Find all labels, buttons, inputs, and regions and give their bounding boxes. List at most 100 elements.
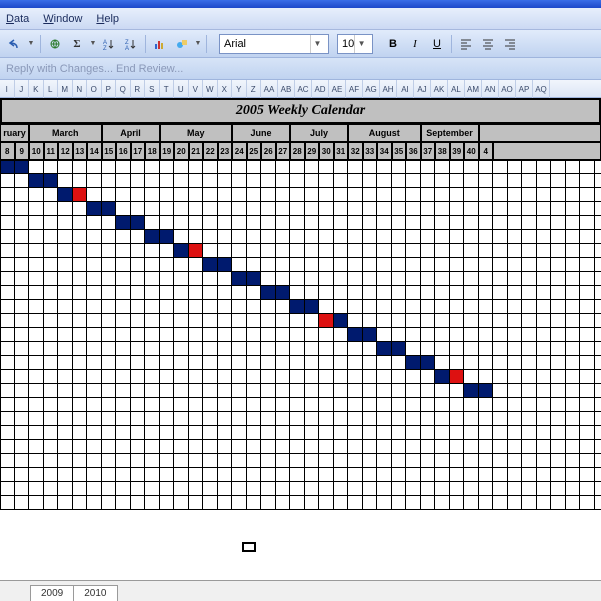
grid-cell[interactable] bbox=[305, 202, 320, 216]
grid-cell[interactable] bbox=[87, 174, 102, 188]
grid-cell[interactable] bbox=[377, 174, 392, 188]
grid-cell[interactable] bbox=[87, 272, 102, 286]
grid-cell[interactable] bbox=[537, 174, 552, 188]
grid-cell[interactable] bbox=[218, 370, 233, 384]
grid-cell[interactable] bbox=[58, 230, 73, 244]
grid-cell[interactable] bbox=[551, 482, 566, 496]
grid-cell[interactable] bbox=[174, 160, 189, 174]
grid-cell[interactable] bbox=[116, 412, 131, 426]
grid-cell[interactable] bbox=[15, 202, 30, 216]
grid-cell[interactable] bbox=[464, 314, 479, 328]
grid-cell[interactable] bbox=[493, 272, 508, 286]
grid-cell[interactable] bbox=[464, 216, 479, 230]
col-header-AL[interactable]: AL bbox=[448, 80, 465, 98]
grid-cell[interactable] bbox=[73, 286, 88, 300]
grid-cell[interactable] bbox=[508, 468, 523, 482]
grid-cell[interactable] bbox=[537, 398, 552, 412]
grid-cell[interactable] bbox=[203, 398, 218, 412]
grid-cell[interactable] bbox=[145, 300, 160, 314]
grid-cell[interactable] bbox=[406, 314, 421, 328]
grid-cell[interactable] bbox=[537, 202, 552, 216]
grid-cell[interactable] bbox=[261, 300, 276, 314]
grid-cell[interactable] bbox=[377, 188, 392, 202]
grid-cell[interactable] bbox=[218, 314, 233, 328]
grid-cell[interactable] bbox=[116, 482, 131, 496]
grid-cell[interactable] bbox=[319, 370, 334, 384]
grid-cell[interactable] bbox=[15, 370, 30, 384]
grid-cell[interactable] bbox=[102, 202, 117, 216]
grid-cell[interactable] bbox=[203, 286, 218, 300]
grid-cell[interactable] bbox=[276, 328, 291, 342]
grid-cell[interactable] bbox=[44, 468, 59, 482]
grid-cell[interactable] bbox=[73, 398, 88, 412]
grid-cell[interactable] bbox=[261, 384, 276, 398]
grid-cell[interactable] bbox=[174, 454, 189, 468]
grid-cell[interactable] bbox=[363, 426, 378, 440]
grid-cell[interactable] bbox=[334, 384, 349, 398]
grid-cell[interactable] bbox=[160, 328, 175, 342]
grid-cell[interactable] bbox=[131, 384, 146, 398]
grid-cell[interactable] bbox=[160, 468, 175, 482]
grid-cell[interactable] bbox=[464, 328, 479, 342]
grid-cell[interactable] bbox=[450, 202, 465, 216]
grid-cell[interactable] bbox=[232, 328, 247, 342]
grid-cell[interactable] bbox=[203, 328, 218, 342]
grid-cell[interactable] bbox=[73, 314, 88, 328]
grid-cell[interactable] bbox=[203, 174, 218, 188]
grid-cell[interactable] bbox=[145, 426, 160, 440]
grid-cell[interactable] bbox=[261, 398, 276, 412]
grid-cell[interactable] bbox=[290, 482, 305, 496]
grid-cell[interactable] bbox=[595, 160, 601, 174]
grid-cell[interactable] bbox=[174, 314, 189, 328]
grid-cell[interactable] bbox=[29, 160, 44, 174]
grid-cell[interactable] bbox=[508, 342, 523, 356]
grid-cell[interactable] bbox=[595, 286, 601, 300]
grid-cell[interactable] bbox=[566, 356, 581, 370]
grid-cell[interactable] bbox=[406, 216, 421, 230]
grid-cell[interactable] bbox=[131, 468, 146, 482]
grid-cell[interactable] bbox=[595, 356, 601, 370]
grid-cell[interactable] bbox=[174, 426, 189, 440]
grid-cell[interactable] bbox=[508, 188, 523, 202]
grid-cell[interactable] bbox=[232, 496, 247, 510]
grid-cell[interactable] bbox=[421, 412, 436, 426]
grid-cell[interactable] bbox=[247, 174, 262, 188]
grid-cell[interactable] bbox=[493, 496, 508, 510]
grid-cell[interactable] bbox=[363, 342, 378, 356]
grid-cell[interactable] bbox=[464, 300, 479, 314]
grid-cell[interactable] bbox=[58, 202, 73, 216]
grid-cell[interactable] bbox=[334, 454, 349, 468]
grid-cell[interactable] bbox=[348, 300, 363, 314]
grid-cell[interactable] bbox=[493, 398, 508, 412]
grid-cell[interactable] bbox=[218, 468, 233, 482]
grid-cell[interactable] bbox=[551, 174, 566, 188]
grid-cell[interactable] bbox=[218, 174, 233, 188]
grid-cell[interactable] bbox=[595, 342, 601, 356]
grid-cell[interactable] bbox=[406, 230, 421, 244]
grid-cell[interactable] bbox=[406, 258, 421, 272]
grid-cell[interactable] bbox=[493, 342, 508, 356]
grid-cell[interactable] bbox=[276, 496, 291, 510]
grid-cell[interactable] bbox=[0, 230, 15, 244]
grid-cell[interactable] bbox=[73, 300, 88, 314]
grid-cell[interactable] bbox=[276, 216, 291, 230]
grid-cell[interactable] bbox=[189, 496, 204, 510]
grid-cell[interactable] bbox=[305, 496, 320, 510]
grid-cell[interactable] bbox=[102, 244, 117, 258]
grid-cell[interactable] bbox=[102, 426, 117, 440]
grid-cell[interactable] bbox=[131, 314, 146, 328]
grid-cell[interactable] bbox=[435, 398, 450, 412]
grid-cell[interactable] bbox=[479, 272, 494, 286]
grid-cell[interactable] bbox=[435, 202, 450, 216]
grid-cell[interactable] bbox=[232, 230, 247, 244]
grid-cell[interactable] bbox=[377, 426, 392, 440]
grid-cell[interactable] bbox=[261, 258, 276, 272]
grid-cell[interactable] bbox=[392, 342, 407, 356]
grid-cell[interactable] bbox=[276, 468, 291, 482]
grid-cell[interactable] bbox=[102, 370, 117, 384]
grid-cell[interactable] bbox=[276, 426, 291, 440]
grid-cell[interactable] bbox=[406, 398, 421, 412]
grid-cell[interactable] bbox=[102, 384, 117, 398]
grid-cell[interactable] bbox=[116, 440, 131, 454]
grid-cell[interactable] bbox=[363, 202, 378, 216]
